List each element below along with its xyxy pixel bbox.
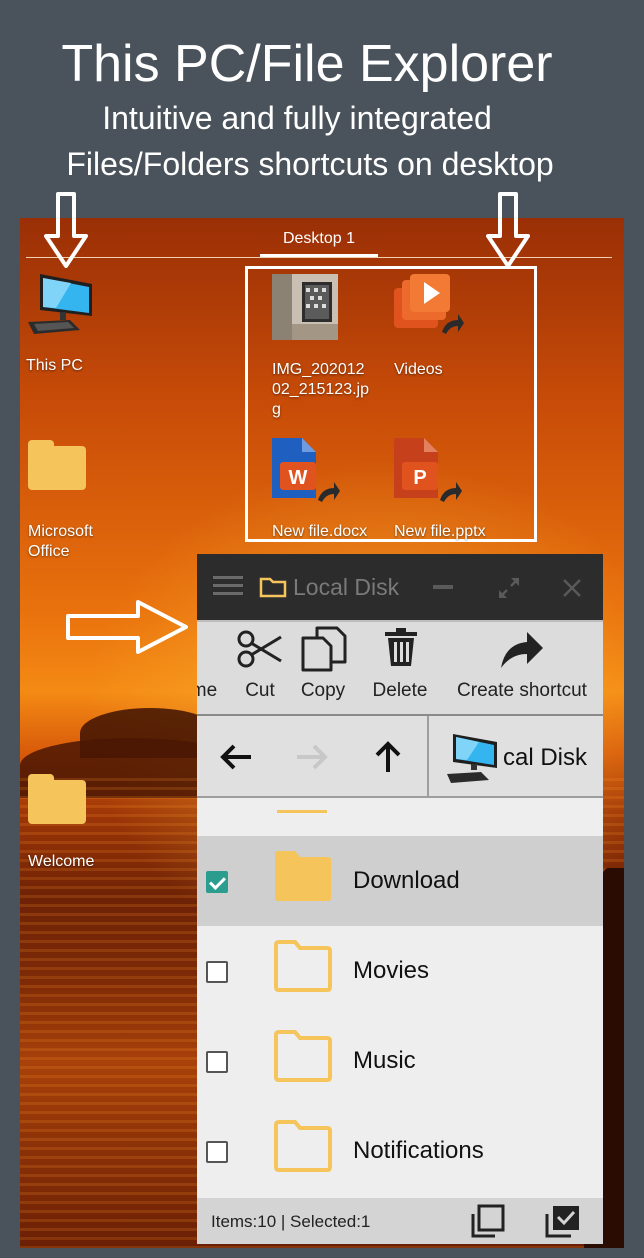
select-all-icon[interactable] <box>469 1204 505 1240</box>
desktop-item-label: New file.docx <box>272 523 368 540</box>
rename-icon <box>197 632 203 668</box>
status-bar: Items:10 | Selected:1 <box>197 1198 603 1244</box>
word-doc-icon: W <box>272 438 340 502</box>
multi-select-check-icon[interactable] <box>543 1204 581 1240</box>
file-name: Music <box>353 1047 416 1074</box>
desktop-item-label: IMG_202012 <box>272 361 365 378</box>
video-shortcut-icon <box>394 274 464 334</box>
cut-button[interactable]: Cut <box>233 622 287 714</box>
minimize-icon[interactable] <box>433 585 453 589</box>
computer-monitor-icon <box>447 734 497 783</box>
button-label: Copy <box>300 680 346 701</box>
hamburger-menu-icon[interactable] <box>213 574 243 598</box>
desktop-item-welcome[interactable]: Welcome <box>28 774 94 872</box>
copy-button[interactable]: Copy <box>295 622 351 714</box>
desktop-item-label: This PC <box>26 357 83 374</box>
list-item[interactable]: Movies <box>197 926 603 1016</box>
window-title: Local Disk <box>293 574 400 600</box>
checkbox[interactable] <box>206 1051 228 1073</box>
back-arrow-icon[interactable] <box>219 744 253 770</box>
forward-arrow-icon[interactable] <box>295 744 329 770</box>
desktop-item-label: New file.pptx <box>394 523 486 540</box>
folder-outline-icon <box>274 1030 332 1082</box>
file-manager-window[interactable]: Local Disk me Cut Copy Delete Create sho… <box>197 554 603 1244</box>
desktop-item-label: Videos <box>394 361 443 378</box>
window-titlebar[interactable]: Local Disk <box>197 554 603 620</box>
svg-text:P: P <box>413 467 426 489</box>
desktop-item-label: g <box>272 401 281 418</box>
action-toolbar: me Cut Copy Delete Create shortcut <box>197 620 603 716</box>
promo-subtitle-line1: Intuitive and fully integrated <box>102 100 492 136</box>
list-item[interactable]: Download <box>197 836 603 926</box>
share-arrow-icon <box>501 632 543 668</box>
location-label: cal Disk <box>503 744 588 771</box>
list-item[interactable]: Notifications <box>197 1106 603 1196</box>
promo-subtitle-line2: Files/Folders shortcuts on desktop <box>66 146 554 182</box>
trash-icon <box>385 628 417 666</box>
arrow-down-icon <box>44 192 88 268</box>
desktop-item-pptx[interactable]: P New file.pptx <box>394 436 486 542</box>
button-label: me <box>197 680 218 701</box>
desktop-tab[interactable]: Desktop 1 <box>260 230 378 248</box>
file-name: Notifications <box>353 1137 484 1164</box>
computer-monitor-icon <box>28 274 92 334</box>
folder-outline-icon <box>274 1120 332 1172</box>
folder-icon-partial <box>277 810 327 813</box>
button-label: Create shortcut <box>457 680 587 701</box>
button-label: Delete <box>372 680 428 701</box>
svg-text:W: W <box>289 467 308 489</box>
powerpoint-icon: P <box>394 438 462 502</box>
arrow-down-icon <box>486 192 530 268</box>
desktop-item-label: 02_215123.jp <box>272 381 369 398</box>
delete-button[interactable]: Delete <box>367 622 433 714</box>
desktop-item-docx[interactable]: W New file.docx <box>272 436 367 542</box>
desktop-item-videos[interactable]: Videos <box>394 274 464 380</box>
file-name: Movies <box>353 957 430 984</box>
file-name: Download <box>353 867 460 894</box>
close-icon[interactable] <box>562 578 582 598</box>
desktop-item-label: Office <box>28 543 70 560</box>
desktop-item-label: Welcome <box>28 853 95 870</box>
list-item[interactable]: Music <box>197 1016 603 1106</box>
desktop-item-image[interactable]: IMG_202012 02_215123.jp g <box>272 274 388 420</box>
copy-icon <box>301 626 347 672</box>
image-thumbnail-icon <box>272 274 338 340</box>
arrow-right-icon <box>66 600 188 654</box>
file-list[interactable]: Download Movies Music Notifications <box>197 798 603 1198</box>
folder-icon <box>259 577 287 598</box>
promo-title: This PC/File Explorer <box>61 35 553 93</box>
checkbox[interactable] <box>206 871 228 893</box>
folder-icon <box>28 774 86 824</box>
checkbox[interactable] <box>206 961 228 983</box>
navigation-bar: cal Disk <box>197 716 603 798</box>
create-shortcut-button[interactable]: Create shortcut <box>449 622 595 714</box>
folder-icon <box>28 440 86 490</box>
up-arrow-icon[interactable] <box>375 740 401 774</box>
rename-button[interactable]: me <box>197 622 221 714</box>
status-text: Items:10 | Selected:1 <box>211 1212 371 1231</box>
desktop-item-this-pc[interactable]: This PC <box>26 270 98 376</box>
button-label: Cut <box>245 680 275 701</box>
desktop-item-microsoft-office[interactable]: Microsoft Office <box>28 440 93 562</box>
folder-outline-icon <box>274 940 332 992</box>
maximize-icon[interactable] <box>497 576 521 600</box>
desktop-item-label: Microsoft <box>28 523 93 540</box>
checkbox[interactable] <box>206 1141 228 1163</box>
folder-icon <box>275 851 331 901</box>
location-crumb[interactable]: cal Disk <box>429 716 603 796</box>
scissors-icon <box>237 630 282 668</box>
